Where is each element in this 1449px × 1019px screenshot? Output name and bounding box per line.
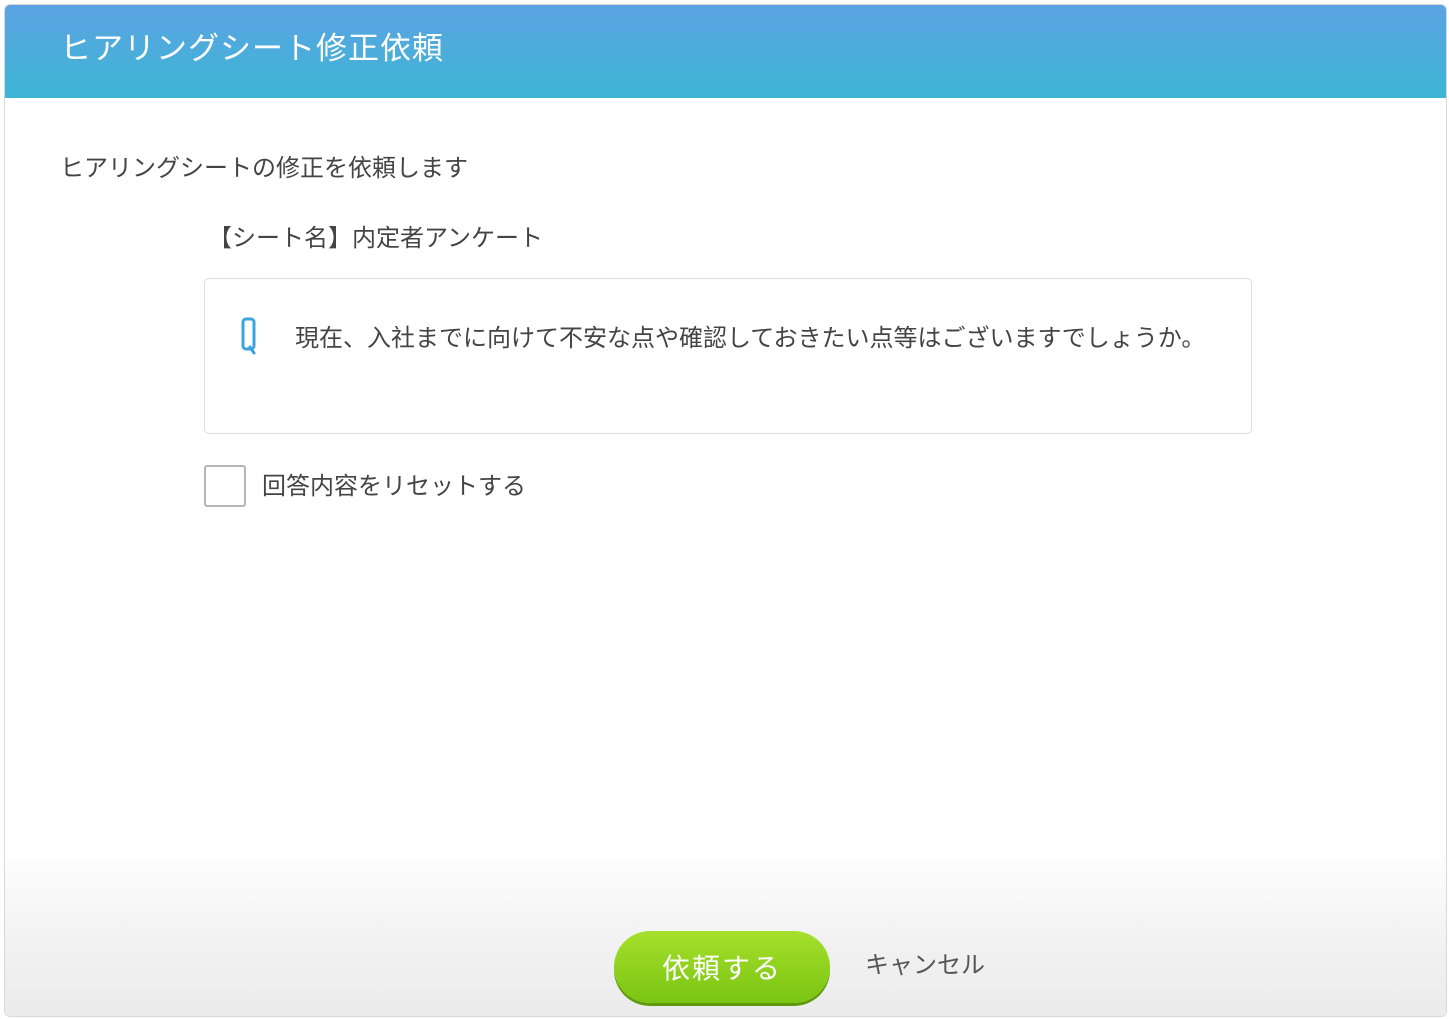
question-text: 現在、入社までに向けて不安な点や確認しておきたい点等はございますでしょうか。 — [295, 324, 1206, 352]
reset-answers-option[interactable]: 回答内容をリセットする — [204, 464, 526, 508]
question-box: 現在、入社までに向けて不安な点や確認しておきたい点等はございますでしょうか。 — [204, 278, 1252, 434]
dialog-header: ヒアリングシート修正依頼 — [5, 5, 1446, 98]
q-icon — [241, 317, 256, 355]
sheet-name: 【シート名】内定者アンケート — [208, 224, 544, 252]
dialog-title: ヒアリングシート修正依頼 — [60, 31, 444, 67]
intro-text: ヒアリングシートの修正を依頼します — [60, 154, 468, 182]
cancel-link[interactable]: キャンセル — [865, 948, 985, 982]
request-dialog: ヒアリングシート修正依頼 ヒアリングシートの修正を依頼します 【シート名】内定者… — [4, 4, 1447, 1017]
reset-checkbox[interactable] — [204, 465, 246, 507]
reset-label[interactable]: 回答内容をリセットする — [262, 469, 526, 503]
submit-request-button[interactable]: 依頼する — [614, 931, 830, 1003]
